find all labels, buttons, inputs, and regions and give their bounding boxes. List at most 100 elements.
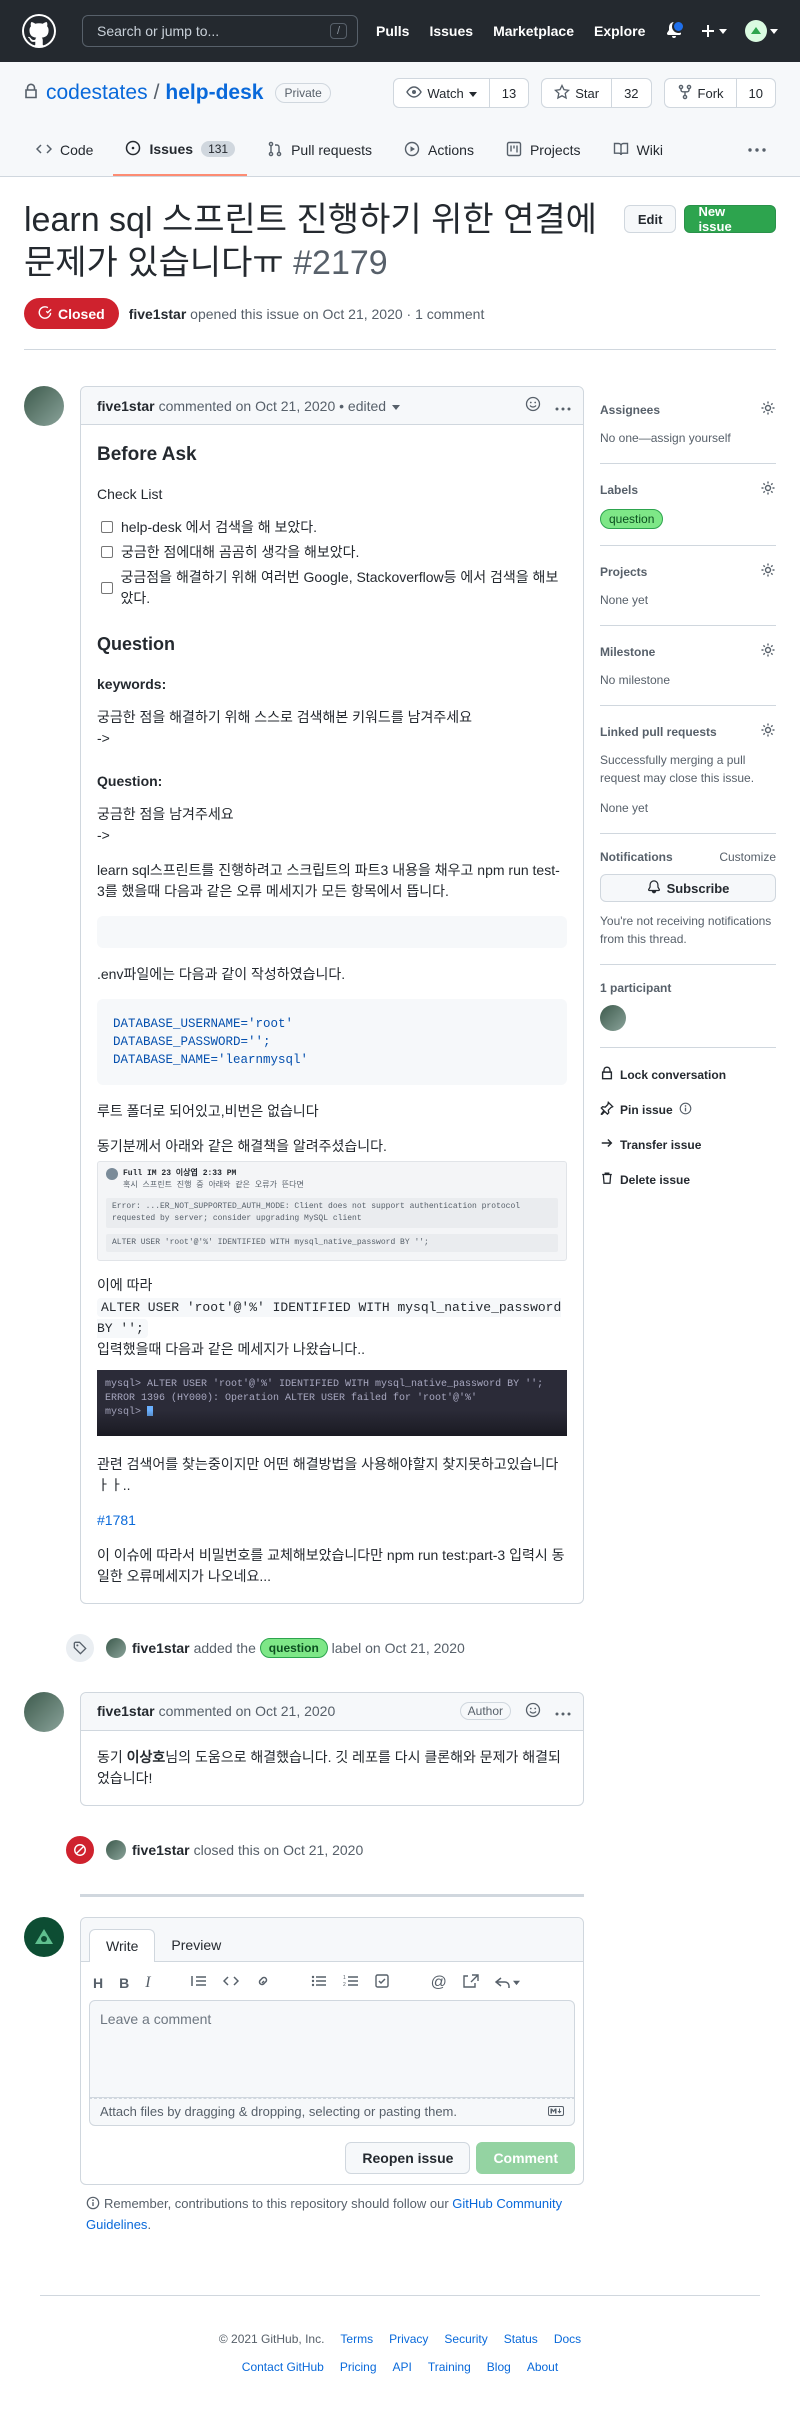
avatar[interactable] bbox=[600, 1005, 626, 1031]
info-icon[interactable] bbox=[679, 1102, 692, 1118]
lock-conversation-button[interactable]: Lock conversation bbox=[600, 1066, 776, 1083]
repo-name-link[interactable]: help-desk bbox=[165, 81, 263, 105]
comment-meta[interactable]: commented on Oct 21, 2020 • edited bbox=[159, 398, 387, 414]
footer-link-pricing[interactable]: Pricing bbox=[340, 2360, 377, 2374]
comment-textarea[interactable]: Leave a comment bbox=[89, 1999, 575, 2098]
customize-link[interactable]: Customize bbox=[719, 850, 776, 864]
comment-meta[interactable]: commented on Oct 21, 2020 bbox=[159, 1703, 336, 1719]
timeline-labeled-event: five1star added the question label on Oc… bbox=[64, 1631, 584, 1664]
action-label: Lock conversation bbox=[620, 1067, 727, 1082]
subscribe-button[interactable]: Subscribe bbox=[600, 874, 776, 902]
gear-icon[interactable] bbox=[760, 562, 776, 581]
task-checkbox[interactable] bbox=[101, 581, 113, 594]
watch-button[interactable]: Watch 13 bbox=[393, 78, 530, 108]
sidebar-notifications: Notifications Customize Subscribe You're … bbox=[600, 834, 776, 965]
quote-icon[interactable] bbox=[190, 1974, 207, 1991]
gear-icon[interactable] bbox=[760, 480, 776, 499]
star-button[interactable]: Star 32 bbox=[541, 78, 652, 108]
terminal-screenshot-image[interactable]: mysql> ALTER USER 'root'@'%' IDENTIFIED … bbox=[97, 1369, 567, 1436]
unordered-list-icon[interactable] bbox=[311, 1974, 327, 1991]
issue-link[interactable]: #1781 bbox=[97, 1512, 136, 1528]
footer-link-terms[interactable]: Terms bbox=[340, 2332, 373, 2346]
kebab-more-icon[interactable] bbox=[555, 398, 571, 414]
edit-title-button[interactable]: Edit bbox=[623, 205, 677, 233]
issue-author[interactable]: five1star bbox=[129, 306, 187, 322]
mention-icon[interactable]: @ bbox=[431, 1974, 447, 1992]
footer-link-training[interactable]: Training bbox=[428, 2360, 471, 2374]
italic-icon[interactable]: I bbox=[145, 1974, 150, 1992]
transfer-issue-button[interactable]: Transfer issue bbox=[600, 1136, 776, 1153]
event-author[interactable]: five1star bbox=[132, 1842, 190, 1858]
user-avatar-dropdown[interactable] bbox=[745, 20, 778, 42]
tab-code[interactable]: Code bbox=[24, 124, 105, 176]
attach-files-bar[interactable]: Attach files by dragging & dropping, sel… bbox=[89, 2097, 575, 2126]
gear-icon[interactable] bbox=[760, 400, 776, 419]
chevron-down-icon[interactable] bbox=[392, 398, 401, 414]
label-badge[interactable]: question bbox=[600, 509, 664, 529]
nav-pulls[interactable]: Pulls bbox=[376, 23, 409, 39]
bold-icon[interactable]: B bbox=[119, 1975, 129, 1991]
avatar[interactable] bbox=[24, 1691, 64, 1732]
avatar[interactable] bbox=[24, 1916, 64, 1957]
footer-link-blog[interactable]: Blog bbox=[487, 2360, 511, 2374]
fork-button[interactable]: Fork 10 bbox=[663, 78, 776, 108]
reopen-issue-button[interactable]: Reopen issue bbox=[345, 2141, 471, 2174]
cross-reference-icon[interactable] bbox=[463, 1974, 479, 1991]
tab-projects[interactable]: Projects bbox=[494, 124, 593, 176]
task-checkbox[interactable] bbox=[101, 546, 113, 558]
bell-icon[interactable] bbox=[666, 19, 685, 41]
paragraph: 입력했을때 다음과 같은 메세지가 나왔습니다.. bbox=[97, 1340, 366, 1357]
nav-explore[interactable]: Explore bbox=[594, 23, 645, 39]
footer-link-docs[interactable]: Docs bbox=[554, 2332, 581, 2346]
avatar[interactable] bbox=[106, 1839, 126, 1860]
sidebar-title: Linked pull requests bbox=[600, 724, 717, 739]
avatar[interactable] bbox=[106, 1637, 126, 1658]
comment-button[interactable]: Comment bbox=[476, 2141, 575, 2174]
github-logo-icon[interactable] bbox=[22, 14, 56, 48]
repo-owner-link[interactable]: codestates bbox=[46, 81, 148, 105]
comment-author[interactable]: five1star bbox=[97, 1703, 155, 1719]
footer-link-privacy[interactable]: Privacy bbox=[389, 2332, 428, 2346]
delete-issue-button[interactable]: Delete issue bbox=[600, 1171, 776, 1188]
ordered-list-icon[interactable]: 12 bbox=[343, 1974, 359, 1991]
footer-link-security[interactable]: Security bbox=[444, 2332, 487, 2346]
link-icon[interactable] bbox=[255, 1974, 271, 1991]
gear-icon[interactable] bbox=[760, 722, 776, 741]
gear-icon[interactable] bbox=[760, 642, 776, 661]
nav-issues[interactable]: Issues bbox=[429, 23, 473, 39]
footer-link-contact[interactable]: Contact GitHub bbox=[242, 2360, 324, 2374]
kebab-more-icon[interactable] bbox=[748, 124, 776, 176]
tab-pull-requests[interactable]: Pull requests bbox=[255, 124, 384, 176]
task-list-icon[interactable] bbox=[374, 1974, 391, 1991]
heading-icon[interactable]: H bbox=[93, 1975, 103, 1991]
search-input[interactable]: Search or jump to... / bbox=[82, 15, 358, 47]
repo-separator: / bbox=[153, 81, 160, 104]
tab-issues[interactable]: Issues 131 bbox=[113, 124, 248, 176]
smiley-icon[interactable] bbox=[525, 1702, 541, 1721]
tab-preview[interactable]: Preview bbox=[155, 1929, 237, 1961]
tab-wiki[interactable]: Wiki bbox=[601, 124, 675, 176]
comment-author[interactable]: five1star bbox=[97, 398, 155, 414]
pin-issue-button[interactable]: Pin issue bbox=[600, 1100, 776, 1118]
screenshot-image[interactable]: Full IM 23 이상엽 2:33 PM 혹시 스프린트 진행 중 아래와 … bbox=[97, 1160, 567, 1261]
footer-link-api[interactable]: API bbox=[393, 2360, 412, 2374]
task-checkbox[interactable] bbox=[101, 521, 113, 533]
star-count[interactable]: 32 bbox=[612, 79, 651, 107]
label-badge[interactable]: question bbox=[259, 1637, 328, 1658]
event-author[interactable]: five1star bbox=[132, 1640, 190, 1656]
kebab-more-icon[interactable] bbox=[555, 1703, 571, 1719]
nav-marketplace[interactable]: Marketplace bbox=[493, 23, 574, 39]
tab-write[interactable]: Write bbox=[89, 1928, 156, 1962]
plus-dropdown-icon[interactable] bbox=[700, 23, 727, 39]
watch-count[interactable]: 13 bbox=[489, 79, 529, 107]
tab-actions[interactable]: Actions bbox=[392, 124, 486, 176]
footer-link-status[interactable]: Status bbox=[504, 2332, 538, 2346]
sidebar-value[interactable]: No one—assign yourself bbox=[600, 429, 776, 447]
new-issue-button[interactable]: New issue bbox=[684, 204, 776, 234]
code-icon[interactable] bbox=[222, 1974, 239, 1991]
avatar[interactable] bbox=[24, 386, 64, 426]
footer-link-about[interactable]: About bbox=[527, 2360, 558, 2374]
reply-icon[interactable] bbox=[494, 1976, 520, 1990]
fork-count[interactable]: 10 bbox=[736, 79, 775, 107]
smiley-icon[interactable] bbox=[525, 396, 541, 415]
